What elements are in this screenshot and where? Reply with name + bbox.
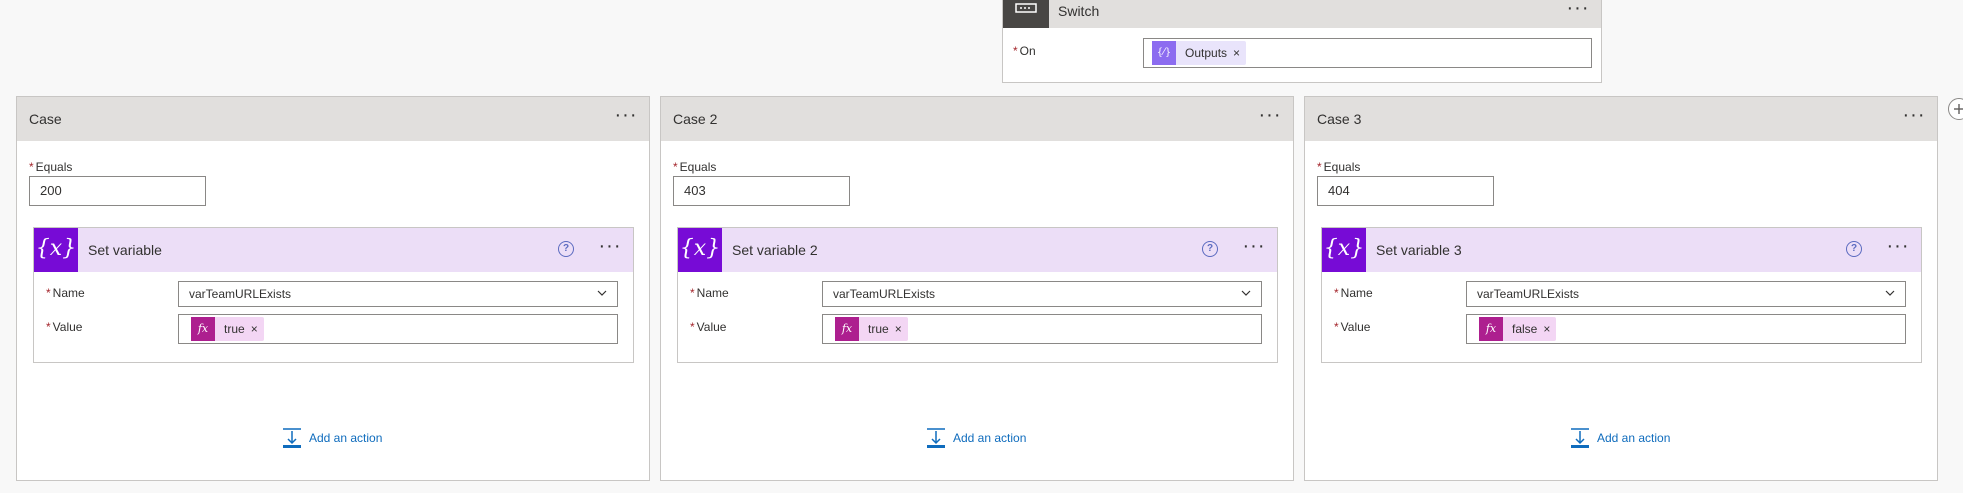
value-label: * Value [46, 320, 83, 334]
variable-expression-icon: {x} [678, 228, 722, 272]
case-title: Case 2 [673, 111, 718, 127]
equals-input[interactable]: 403 [673, 176, 850, 206]
value-token-label: true [868, 322, 889, 336]
name-dropdown[interactable]: varTeamURLExists [822, 281, 1262, 307]
outputs-token[interactable]: {⁄} Outputs × [1152, 39, 1247, 67]
value-token-label: true [224, 322, 245, 336]
value-token[interactable]: fx false × [1479, 315, 1557, 343]
value-token-remove[interactable]: × [251, 315, 264, 343]
equals-label: * Equals [673, 160, 717, 174]
case-more-button[interactable]: ··· [1899, 103, 1929, 133]
value-field[interactable]: fx false × [1466, 314, 1906, 344]
case-title: Case [29, 111, 62, 127]
name-dropdown-value: varTeamURLExists [189, 287, 292, 301]
name-label: * Name [1334, 286, 1373, 300]
case-header-1[interactable]: Case ··· [17, 97, 649, 141]
set-variable-card: {x} Set variable 2 ? ··· * Name varTeamUR… [677, 227, 1278, 363]
switch-icon [1003, 0, 1049, 28]
plus-icon [1954, 104, 1963, 114]
variable-expression-icon: {x} [34, 228, 78, 272]
set-variable-header[interactable]: {x} Set variable 3 ? ··· [1322, 228, 1921, 272]
equals-label: * Equals [1317, 160, 1361, 174]
name-label: * Name [690, 286, 729, 300]
action-more-button[interactable]: ··· [1883, 234, 1913, 264]
case-header-2[interactable]: Case 2 ··· [661, 97, 1293, 141]
name-dropdown[interactable]: varTeamURLExists [1466, 281, 1906, 307]
variable-icon: {⁄} [1152, 41, 1176, 65]
equals-label: * Equals [29, 160, 73, 174]
variable-expression-icon: {x} [1322, 228, 1366, 272]
value-token-remove[interactable]: × [1543, 315, 1556, 343]
name-dropdown-value: varTeamURLExists [833, 287, 936, 301]
value-label: * Value [1334, 320, 1371, 334]
switch-more-button[interactable]: ··· [1563, 0, 1593, 26]
value-label: * Value [690, 320, 727, 334]
outputs-token-remove[interactable]: × [1233, 39, 1246, 67]
set-variable-header[interactable]: {x} Set variable 2 ? ··· [678, 228, 1277, 272]
add-action-link[interactable]: Add an action [281, 427, 382, 449]
fx-icon: fx [835, 317, 859, 341]
set-variable-header[interactable]: {x} Set variable ? ··· [34, 228, 633, 272]
case-title: Case 3 [1317, 111, 1362, 127]
name-dropdown[interactable]: varTeamURLExists [178, 281, 618, 307]
help-icon[interactable]: ? [1202, 241, 1218, 257]
value-field[interactable]: fx true × [822, 314, 1262, 344]
action-more-button[interactable]: ··· [1239, 234, 1269, 264]
add-action-label: Add an action [309, 431, 383, 445]
switch-on-field[interactable]: {⁄} Outputs × [1143, 38, 1592, 68]
chevron-down-icon [1241, 290, 1251, 296]
switch-header[interactable]: Switch ··· [1003, 0, 1601, 28]
add-action-label: Add an action [1597, 431, 1671, 445]
switch-on-label: * On [1013, 44, 1036, 58]
switch-card: Switch ··· * On {⁄} Outputs × [1002, 0, 1602, 83]
add-action-icon [927, 428, 945, 448]
add-action-link[interactable]: Add an action [925, 427, 1026, 449]
value-field[interactable]: fx true × [178, 314, 618, 344]
chevron-down-icon [597, 290, 607, 296]
add-action-icon [1571, 428, 1589, 448]
outputs-token-label: Outputs [1185, 46, 1228, 60]
equals-input[interactable]: 404 [1317, 176, 1494, 206]
fx-icon: fx [1479, 317, 1503, 341]
chevron-down-icon [1885, 290, 1895, 296]
set-variable-card: {x} Set variable 3 ? ··· * Name varTeamUR… [1321, 227, 1922, 363]
case-more-button[interactable]: ··· [611, 103, 641, 133]
switch-title: Switch [1058, 3, 1100, 19]
set-variable-title: Set variable [88, 242, 162, 258]
case-more-button[interactable]: ··· [1255, 103, 1285, 133]
help-icon[interactable]: ? [1846, 241, 1862, 257]
equals-input[interactable]: 200 [29, 176, 206, 206]
value-token[interactable]: fx true × [191, 317, 264, 341]
fx-icon: fx [191, 317, 215, 341]
case-card-1: Case ··· * Equals 200 {x} Set variable ? … [16, 96, 650, 481]
set-variable-title: Set variable 2 [732, 242, 818, 258]
value-token[interactable]: fx true × [835, 317, 908, 341]
action-more-button[interactable]: ··· [595, 234, 625, 264]
set-variable-card: {x} Set variable ? ··· * Name varTeamURLE… [33, 227, 634, 363]
case-header-3[interactable]: Case 3 ··· [1305, 97, 1937, 141]
case-card-2: Case 2 ··· * Equals 403 {x} Set variable … [660, 96, 1294, 481]
value-token-label: false [1512, 322, 1538, 336]
set-variable-title: Set variable 3 [1376, 242, 1462, 258]
add-action-link[interactable]: Add an action [1569, 427, 1670, 449]
add-case-button[interactable] [1948, 98, 1963, 120]
case-card-3: Case 3 ··· * Equals 404 {x} Set variable … [1304, 96, 1938, 481]
add-action-label: Add an action [953, 431, 1027, 445]
name-label: * Name [46, 286, 85, 300]
help-icon[interactable]: ? [558, 241, 574, 257]
name-dropdown-value: varTeamURLExists [1477, 287, 1580, 301]
value-token-remove[interactable]: × [895, 315, 908, 343]
add-action-icon [283, 428, 301, 448]
